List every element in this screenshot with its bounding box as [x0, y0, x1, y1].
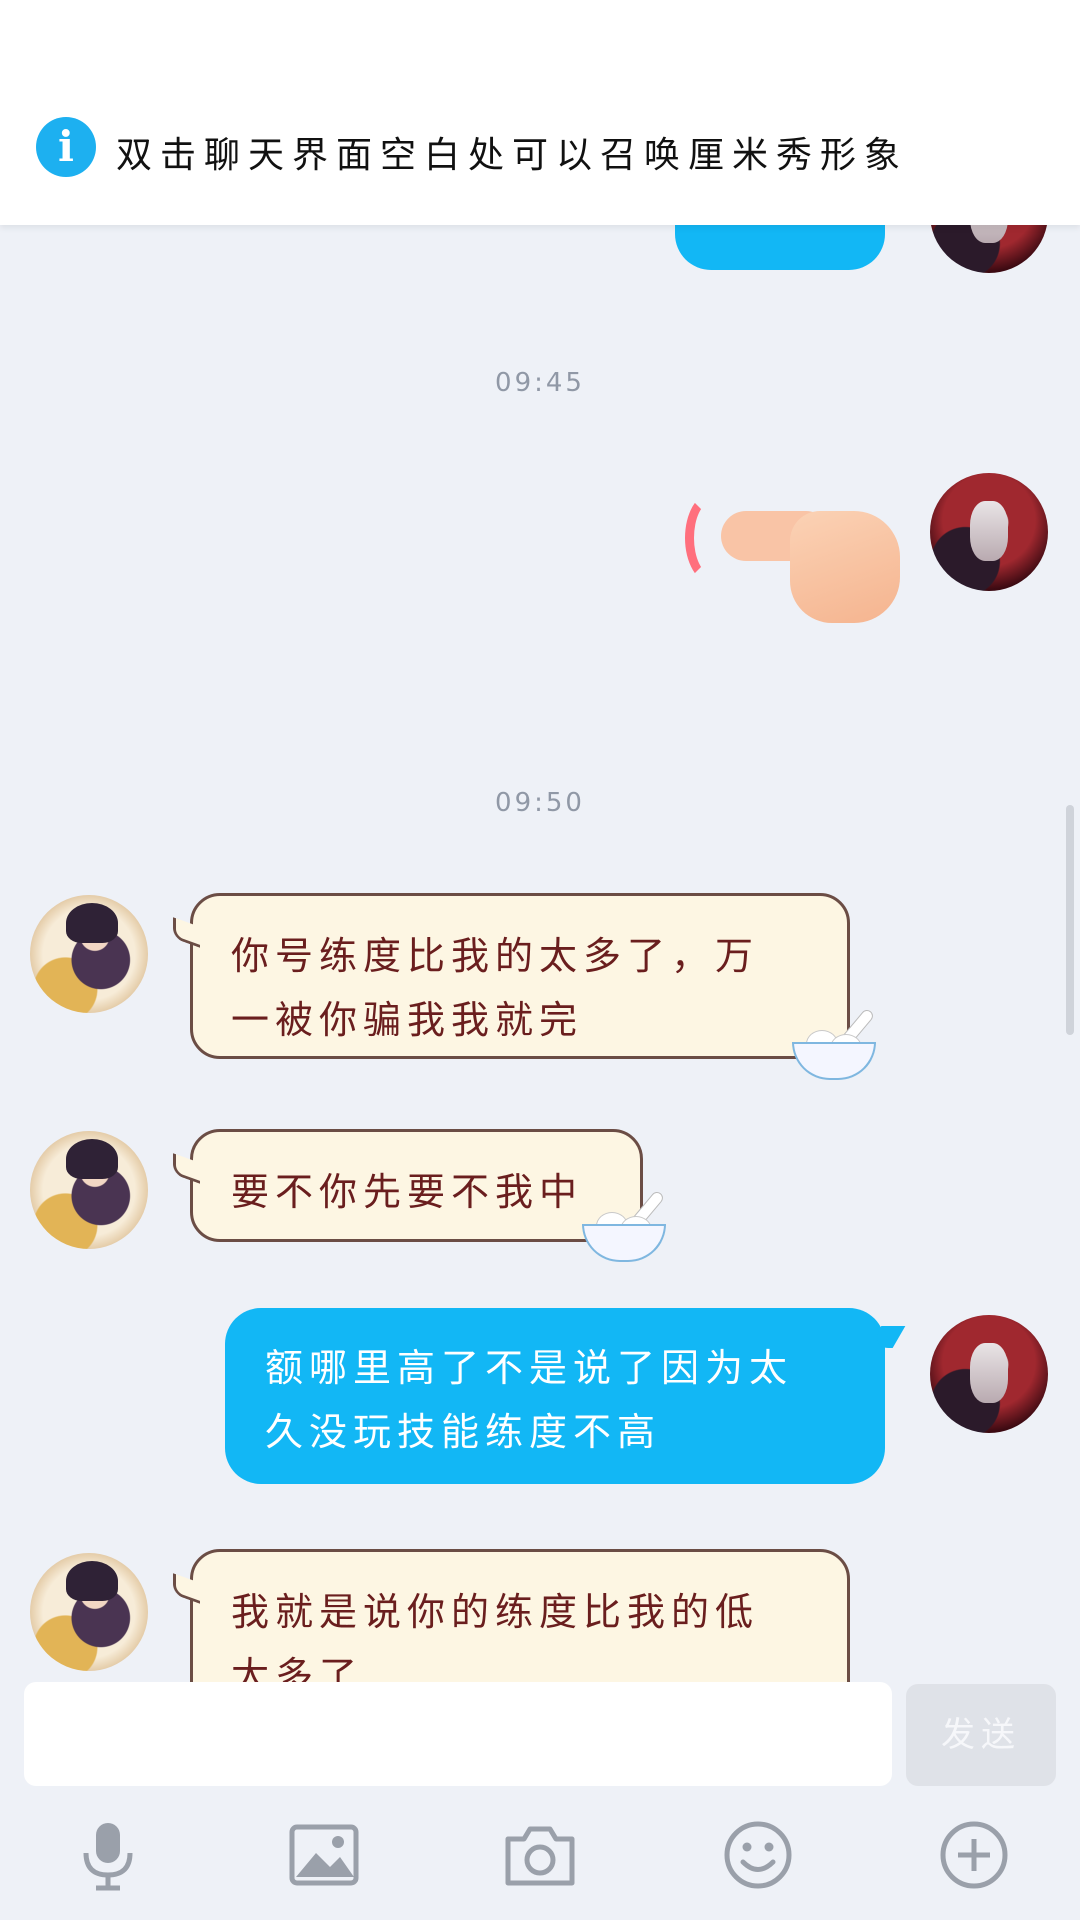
- send-button[interactable]: 发送: [906, 1684, 1056, 1786]
- scrollbar[interactable]: [1066, 805, 1074, 1035]
- incoming-message-bubble[interactable]: 我就是说你的练度比我的低 太多了: [190, 1549, 850, 1682]
- timestamp: 09:45: [495, 368, 585, 398]
- tangyuan-bowl-icon: [582, 1189, 666, 1262]
- composer: 发送: [0, 1682, 1080, 1787]
- contact-avatar[interactable]: [30, 1553, 148, 1671]
- message-text: 一被你骗我我就完: [231, 998, 584, 1042]
- tip-banner[interactable]: i 双击聊天界面空白处可以召唤厘米秀形象: [0, 0, 1080, 225]
- poke-hand-icon[interactable]: [685, 485, 905, 630]
- outgoing-message-bubble[interactable]: 额哪里高了不是说了因为太 久没玩技能练度不高: [225, 1308, 885, 1484]
- microphone-icon[interactable]: [68, 1815, 148, 1895]
- message-text: 额哪里高了不是说了因为太: [265, 1346, 794, 1390]
- contact-avatar[interactable]: [30, 895, 148, 1013]
- camera-icon[interactable]: [500, 1815, 580, 1895]
- info-icon: i: [36, 117, 96, 177]
- input-toolbar: [0, 1787, 1080, 1920]
- image-icon[interactable]: [284, 1815, 364, 1895]
- incoming-message-bubble[interactable]: 你号练度比我的太多了，万 一被你骗我我就完: [190, 893, 850, 1059]
- tangyuan-bowl-icon: [792, 1007, 876, 1080]
- message-text: 太多了: [231, 1654, 364, 1682]
- message-text: 久没玩技能练度不高: [265, 1410, 662, 1454]
- plus-icon[interactable]: [934, 1815, 1014, 1895]
- message-text: 要不你先要不我中: [231, 1170, 584, 1214]
- message-text: 我就是说你的练度比我的低: [231, 1590, 760, 1634]
- chat-area[interactable]: 09:45 09:50 你号练度比我的太多了，万 一被你骗我我就完 要不你先要不…: [0, 0, 1080, 1682]
- my-avatar[interactable]: [930, 473, 1048, 591]
- incoming-message-bubble[interactable]: 要不你先要不我中: [190, 1129, 643, 1242]
- contact-avatar[interactable]: [30, 1131, 148, 1249]
- emoji-icon[interactable]: [718, 1815, 798, 1895]
- tip-text: 双击聊天界面空白处可以召唤厘米秀形象: [116, 135, 909, 176]
- my-avatar[interactable]: [930, 1315, 1048, 1433]
- timestamp: 09:50: [495, 788, 585, 818]
- message-text: 你号练度比我的太多了，万: [231, 934, 760, 978]
- message-input[interactable]: [24, 1682, 892, 1786]
